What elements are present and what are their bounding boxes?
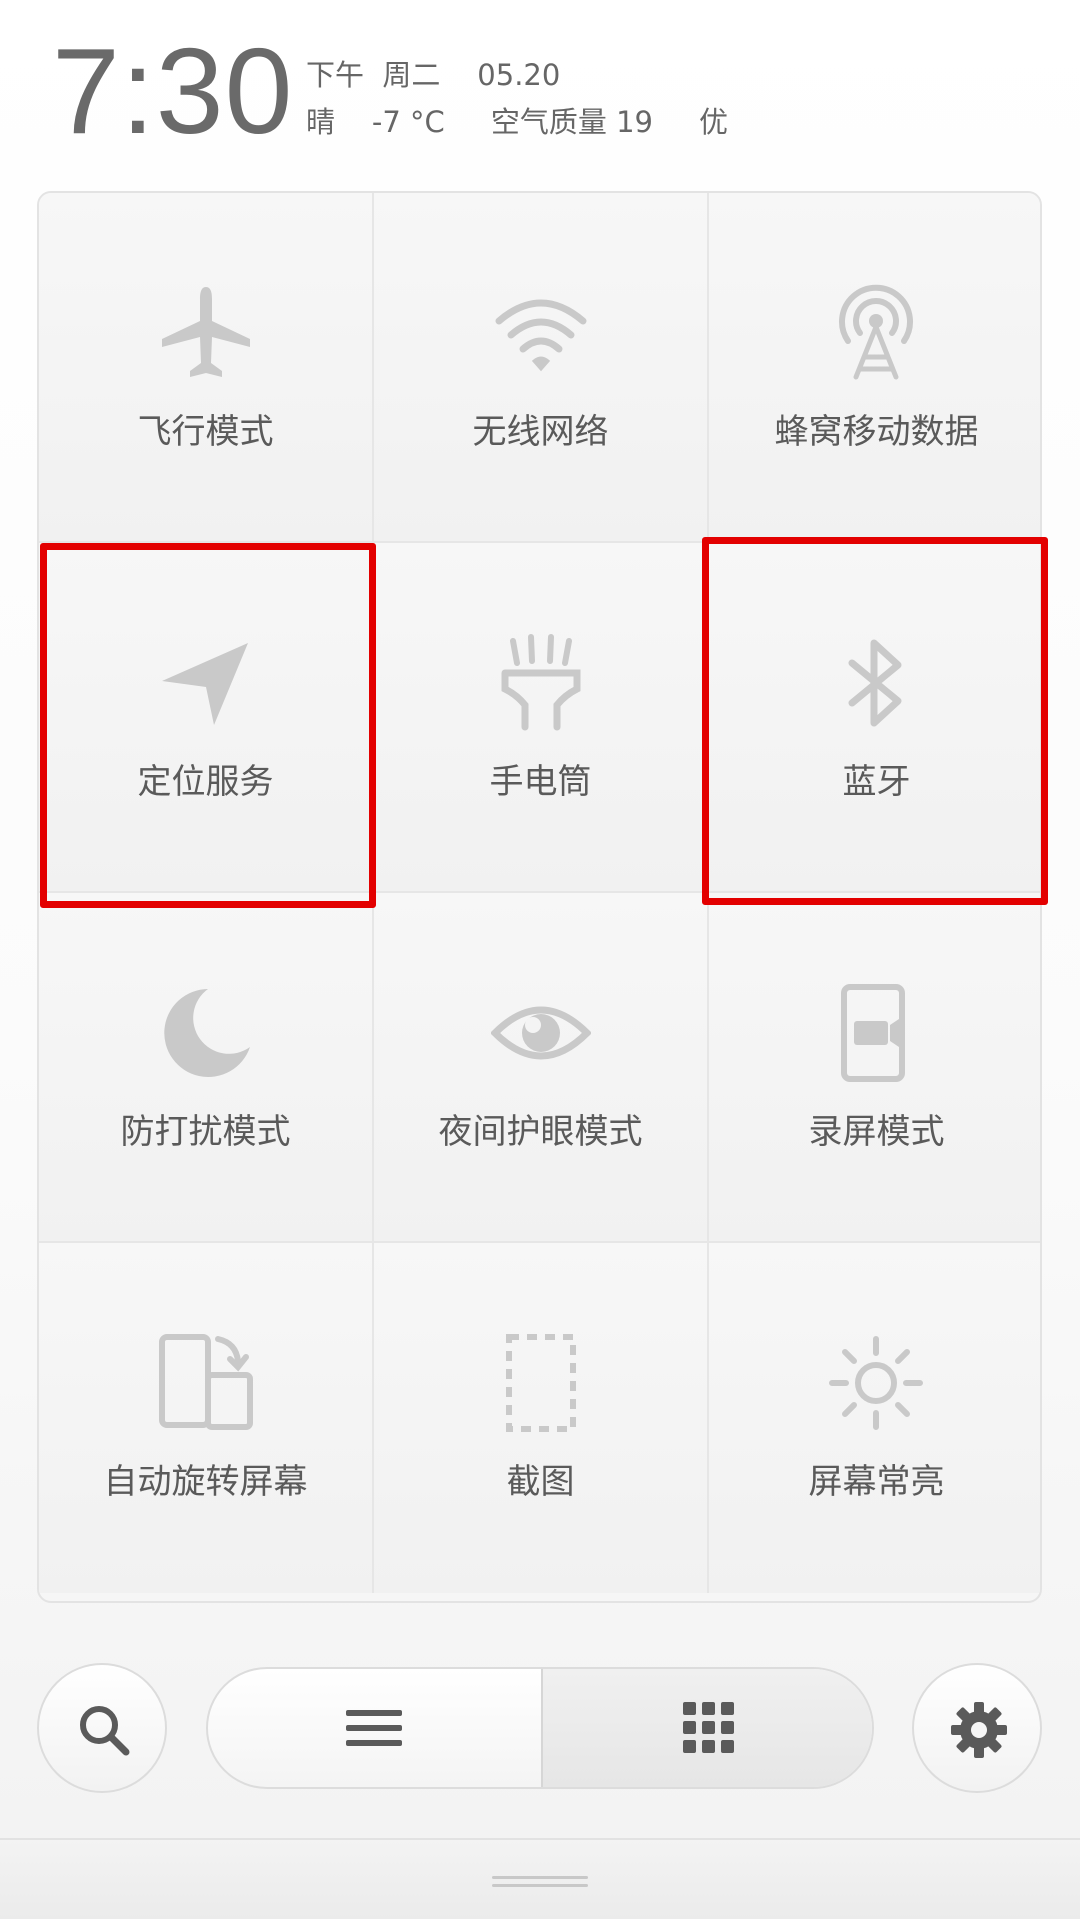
toggle-nightmode[interactable]: 夜间护眼模式 bbox=[374, 893, 709, 1243]
clock: 7:30 bbox=[52, 23, 294, 159]
view-toggle bbox=[206, 1667, 874, 1789]
status-header: 7:30 下午 周二 05.20 晴 -7 °C 空气质量 19 优 bbox=[0, 0, 1080, 190]
toggle-dnd[interactable]: 防打扰模式 bbox=[39, 893, 374, 1243]
rotate-phone-icon bbox=[156, 1333, 256, 1433]
eye-icon bbox=[491, 983, 591, 1083]
toggle-label: 蜂窝移动数据 bbox=[774, 412, 979, 452]
screen-record-icon bbox=[826, 983, 926, 1083]
toggle-wifi[interactable]: 无线网络 bbox=[374, 193, 709, 543]
toggle-label: 防打扰模式 bbox=[120, 1112, 291, 1152]
toggle-label: 截图 bbox=[506, 1462, 575, 1502]
list-view-button[interactable] bbox=[208, 1669, 541, 1787]
toggle-flashlight[interactable]: 手电筒 bbox=[374, 543, 709, 893]
search-icon bbox=[80, 1706, 130, 1756]
toggle-label: 自动旋转屏幕 bbox=[103, 1462, 308, 1502]
wifi-icon bbox=[491, 283, 591, 383]
drag-handle-icon[interactable] bbox=[492, 1876, 588, 1890]
search-button[interactable] bbox=[37, 1663, 167, 1793]
moon-icon bbox=[156, 983, 256, 1083]
toggle-airplane[interactable]: 飞行模式 bbox=[39, 193, 374, 543]
toggle-label: 无线网络 bbox=[472, 412, 609, 452]
flashlight-icon bbox=[491, 633, 591, 733]
toggle-screenrec[interactable]: 录屏模式 bbox=[709, 893, 1040, 1243]
sun-icon bbox=[826, 1333, 926, 1433]
bluetooth-icon bbox=[826, 633, 926, 733]
toggle-label: 屏幕常亮 bbox=[808, 1462, 945, 1502]
screenshot-icon bbox=[491, 1333, 591, 1433]
airplane-icon bbox=[156, 283, 256, 383]
toggle-label: 手电筒 bbox=[489, 762, 592, 802]
drawer-handle-bar[interactable] bbox=[0, 1838, 1080, 1919]
toggle-autorotate[interactable]: 自动旋转屏幕 bbox=[39, 1243, 374, 1593]
date-line: 下午 周二 05.20 bbox=[306, 58, 561, 92]
toggle-keepon[interactable]: 屏幕常亮 bbox=[709, 1243, 1040, 1593]
toggle-bluetooth[interactable]: 蓝牙 bbox=[709, 543, 1040, 893]
grid-view-button[interactable] bbox=[541, 1669, 872, 1787]
toggle-label: 夜间护眼模式 bbox=[438, 1112, 643, 1152]
settings-button[interactable] bbox=[912, 1663, 1042, 1793]
weather-line: 晴 -7 °C 空气质量 19 优 bbox=[306, 105, 729, 139]
toggle-label: 蓝牙 bbox=[842, 762, 911, 802]
toggle-cellular[interactable]: 蜂窝移动数据 bbox=[709, 193, 1040, 543]
list-icon bbox=[346, 1710, 402, 1746]
toggle-location[interactable]: 定位服务 bbox=[39, 543, 374, 893]
grid-icon bbox=[683, 1702, 734, 1753]
quick-settings-grid: 飞行模式 无线网络 蜂窝移动数据 定位服务 手电筒 蓝牙 防打扰模式 夜间护眼模… bbox=[37, 191, 1042, 1603]
toggle-screenshot[interactable]: 截图 bbox=[374, 1243, 709, 1593]
toggle-label: 录屏模式 bbox=[808, 1112, 945, 1152]
toggle-label: 定位服务 bbox=[137, 762, 274, 802]
toggle-label: 飞行模式 bbox=[137, 412, 274, 452]
location-arrow-icon bbox=[156, 633, 256, 733]
cellular-tower-icon bbox=[826, 283, 926, 383]
gear-icon bbox=[951, 1702, 1007, 1758]
